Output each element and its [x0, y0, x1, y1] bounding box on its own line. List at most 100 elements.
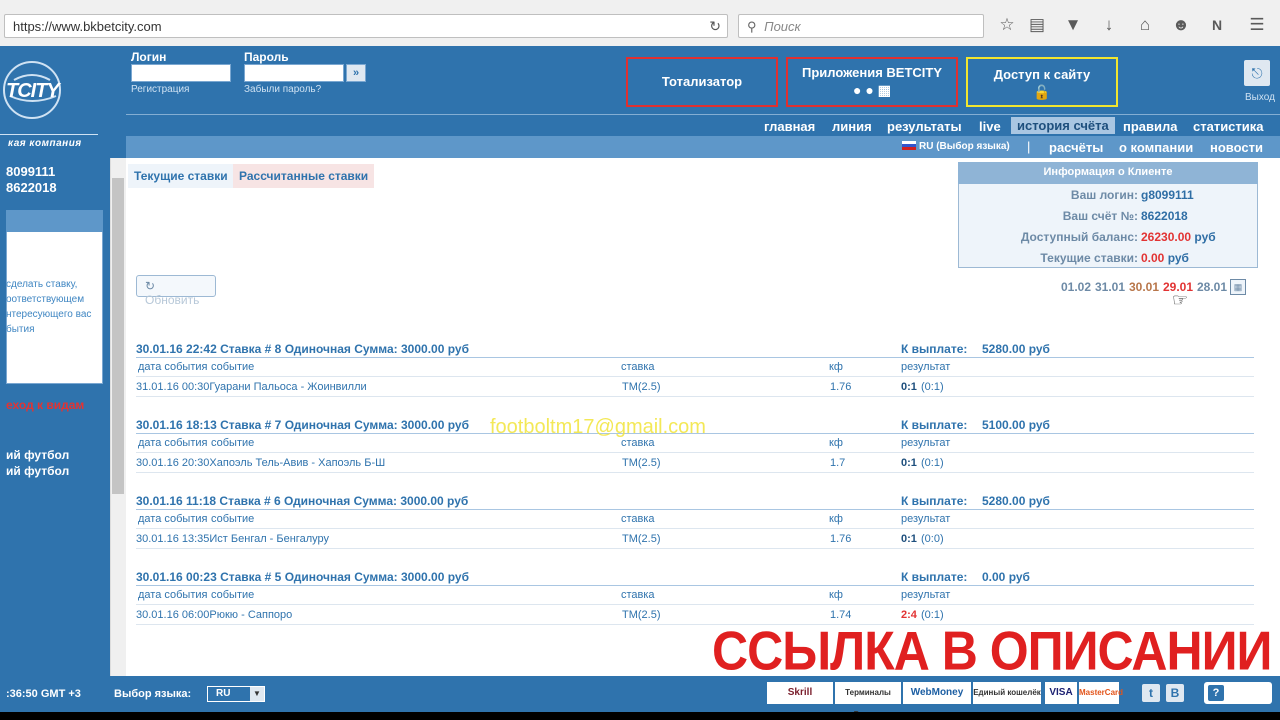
nav-live[interactable]: live: [979, 119, 1001, 134]
login-submit-button[interactable]: »: [346, 64, 366, 82]
bet-event[interactable]: 30.01.16 13:35Ист Бенгал - Бенгалуру: [136, 533, 329, 545]
scrollbar-thumb[interactable]: [112, 178, 124, 494]
nav-settlements[interactable]: расчёты: [1049, 140, 1103, 155]
address-bar[interactable]: https://www.bkbetcity.com ↻: [4, 14, 728, 38]
login-input[interactable]: [131, 64, 231, 82]
bet-result-halftime: (0:1): [921, 457, 944, 469]
menu-icon[interactable]: ☰: [1246, 14, 1268, 36]
payout-label: К выплате:: [901, 494, 968, 508]
nav-rules[interactable]: правила: [1123, 119, 1178, 134]
search-icon: ⚲: [747, 19, 757, 34]
nav-news[interactable]: новости: [1210, 140, 1263, 155]
pocket-icon[interactable]: ▼: [1062, 14, 1084, 36]
refresh-button[interactable]: ↻ Обновить: [136, 275, 216, 307]
bet-row-divider: [136, 472, 1254, 473]
download-icon[interactable]: ↓: [1098, 14, 1120, 36]
balance-value: 26230.00: [1141, 230, 1192, 244]
sidebar-sport-item[interactable]: ий футбол: [6, 464, 69, 478]
skrill-logo[interactable]: Skrill: [767, 682, 833, 704]
watermark-email: footboltm17@gmail.com: [490, 416, 706, 438]
bet-type: ТМ(2.5): [622, 609, 661, 621]
bet-header-text: 30.01.16 18:13 Ставка # 7 Одиночная Сумм…: [136, 418, 469, 432]
site-access-button[interactable]: Доступ к сайту 🔓: [966, 57, 1118, 107]
language-label: RU (Выбор языка): [919, 141, 1010, 152]
chevron-down-icon: ▼: [250, 687, 264, 701]
exit-icon[interactable]: ⎋: [1244, 60, 1270, 86]
visa-logo[interactable]: VISA: [1045, 682, 1077, 704]
bet-event[interactable]: 31.01.16 00:30Гуарани Пальоса - Жоинвилл…: [136, 381, 367, 393]
col-kf-header: кф: [829, 361, 843, 373]
bet-result-score: 0:1: [901, 533, 917, 545]
refresh-icon: ↻: [145, 279, 156, 293]
promo-overlay-text: ССЫЛКА В ОПИСАНИИ: [712, 620, 1272, 682]
exit-label[interactable]: Выход: [1245, 92, 1275, 103]
video-bottom-bar: [0, 712, 1280, 720]
col-result-header: результат: [901, 589, 951, 601]
apps-label: Приложения BETCITY: [801, 65, 943, 80]
nav-home[interactable]: главная: [764, 119, 815, 134]
twitter-icon[interactable]: t: [1142, 684, 1160, 702]
bet-event[interactable]: 30.01.16 20:30Хапоэль Тель-Авив - Хапоэл…: [136, 457, 385, 469]
reload-icon[interactable]: ↻: [709, 18, 721, 35]
col-kf-header: кф: [829, 589, 843, 601]
bet-result-score: 0:1: [901, 381, 917, 393]
date-link[interactable]: 31.01: [1095, 280, 1125, 294]
balance-key: Доступный баланс:: [1020, 230, 1138, 244]
browser-search-input[interactable]: ⚲ Поиск: [738, 14, 984, 38]
payout-value: 0.00 руб: [982, 570, 1030, 584]
payout-label: К выплате:: [901, 342, 968, 356]
client-info-title: Информация о Клиенте: [958, 162, 1258, 184]
col-result-header: результат: [901, 361, 951, 373]
payout-label: К выплате:: [901, 418, 968, 432]
mastercard-logo[interactable]: MasterCard: [1079, 682, 1123, 704]
bet-result-halftime: (0:0): [921, 533, 944, 545]
help-button[interactable]: ? ПОМОЩЬ: [1204, 682, 1272, 720]
chat-icon[interactable]: ☻: [1170, 14, 1192, 36]
bet-header-text: 30.01.16 11:18 Ставка # 6 Одиночная Сумм…: [136, 494, 469, 508]
bet-row-divider: [136, 528, 1254, 529]
totalizator-button[interactable]: Тотализатор: [626, 57, 778, 107]
sidebar-text-line: бытия: [6, 324, 35, 335]
browser-toolbar: https://www.bkbetcity.com ↻ ⚲ Поиск ☆ ▤ …: [0, 0, 1280, 50]
sidebar-text-line: оответствующем: [6, 294, 85, 305]
terminals-logo[interactable]: Терминалы России: [835, 682, 901, 719]
sidebar-sports-link[interactable]: еход к видам: [6, 398, 84, 412]
bookmark-star-icon[interactable]: ☆: [996, 14, 1018, 36]
wallet-one-logo[interactable]: Единый кошелёк: [973, 682, 1041, 704]
bet-row-divider: [136, 604, 1254, 605]
extension-n-icon[interactable]: N: [1206, 14, 1228, 36]
home-icon[interactable]: ⌂: [1134, 14, 1156, 36]
col-result-header: результат: [901, 513, 951, 525]
unlock-icon: 🔓: [1033, 84, 1051, 100]
sidebar-sport-item[interactable]: ий футбол: [6, 448, 69, 462]
reading-list-icon[interactable]: ▤: [1026, 14, 1048, 36]
bet-coefficient: 1.76: [830, 381, 852, 393]
nav-account-history[interactable]: история счёта: [1011, 117, 1115, 134]
tab-settled-bets[interactable]: Рассчитанные ставки: [233, 164, 375, 188]
login-key: Ваш логин:: [1070, 188, 1138, 202]
nav-line[interactable]: линия: [832, 119, 872, 134]
date-link[interactable]: 30.01: [1129, 280, 1159, 294]
forgot-password-link[interactable]: Забыли пароль?: [244, 84, 321, 95]
tab-current-bets[interactable]: Текущие ставки: [128, 164, 234, 188]
secondary-nav: RU (Выбор языка) | расчёты о компании но…: [126, 136, 1280, 158]
calendar-icon[interactable]: ▦: [1230, 279, 1246, 295]
vk-icon[interactable]: B: [1166, 684, 1184, 702]
nav-results[interactable]: результаты: [887, 119, 962, 134]
bet-event[interactable]: 30.01.16 06:00Рюкю - Саппоро: [136, 609, 292, 621]
date-link[interactable]: 28.01: [1197, 280, 1227, 294]
apps-button[interactable]: Приложения BETCITY ● ● ▦: [786, 57, 958, 107]
date-link[interactable]: 01.02: [1061, 280, 1091, 294]
register-link[interactable]: Регистрация: [131, 84, 189, 95]
password-input[interactable]: [244, 64, 344, 82]
cursor-icon: ☞: [1172, 290, 1189, 310]
col-bet-header: ставка: [621, 589, 655, 601]
nav-statistics[interactable]: статистика: [1193, 119, 1264, 134]
language-selector[interactable]: RU (Выбор языка): [902, 141, 1010, 152]
language-select[interactable]: RU ▼: [207, 686, 265, 702]
col-kf-header: кф: [829, 513, 843, 525]
bet-type: ТМ(2.5): [622, 533, 661, 545]
nav-about[interactable]: о компании: [1119, 140, 1193, 155]
webmoney-logo[interactable]: WebMoney: [903, 682, 971, 704]
balance-currency: руб: [1194, 230, 1216, 244]
